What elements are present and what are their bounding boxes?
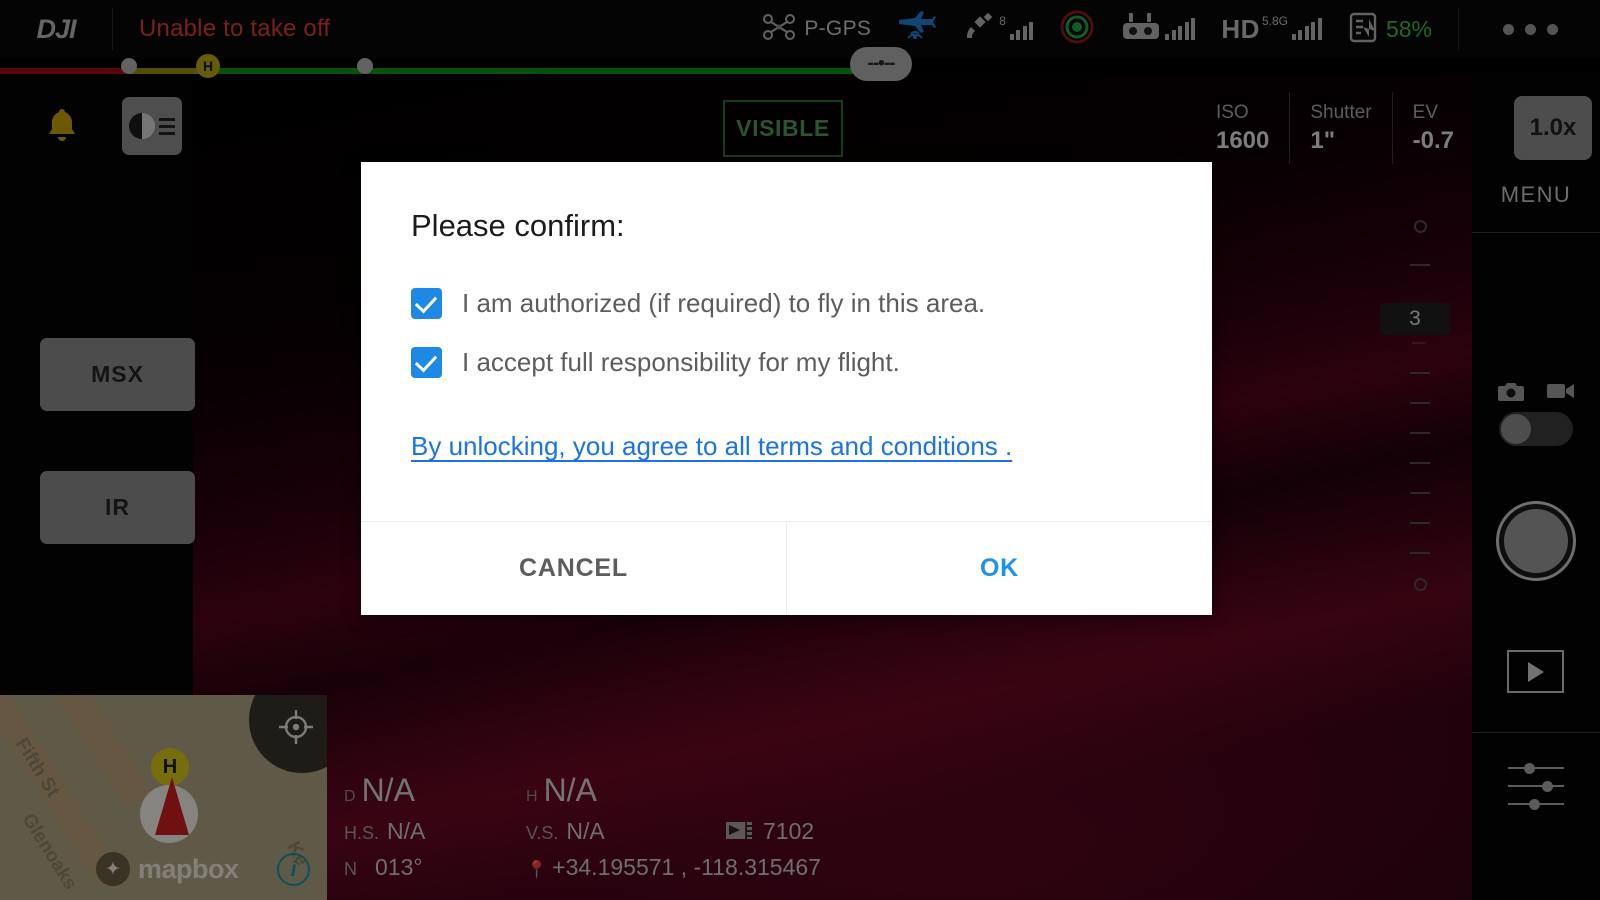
dialog-actions: CANCEL OK (361, 521, 1212, 615)
dialog-body: Please confirm: I am authorized (if requ… (361, 162, 1212, 521)
checkbox-responsibility[interactable] (411, 347, 442, 378)
checkbox-authorized-label: I am authorized (if required) to fly in … (462, 288, 986, 318)
cancel-button[interactable]: CANCEL (361, 522, 787, 615)
checkbox-row-responsibility[interactable]: I accept full responsibility for my flig… (411, 347, 1162, 378)
checkbox-row-authorized[interactable]: I am authorized (if required) to fly in … (411, 288, 1162, 319)
checkbox-responsibility-label: I accept full responsibility for my flig… (462, 347, 900, 377)
terms-and-conditions-link[interactable]: By unlocking, you agree to all terms and… (411, 431, 1012, 462)
ok-button[interactable]: OK (787, 522, 1212, 615)
checkbox-authorized[interactable] (411, 288, 442, 319)
dialog-title: Please confirm: (411, 208, 625, 243)
dji-pilot-app: DJI Unable to take off P-GPS 8 HD 5.8G 5… (0, 0, 1600, 900)
confirm-dialog: Please confirm: I am authorized (if requ… (361, 162, 1212, 615)
